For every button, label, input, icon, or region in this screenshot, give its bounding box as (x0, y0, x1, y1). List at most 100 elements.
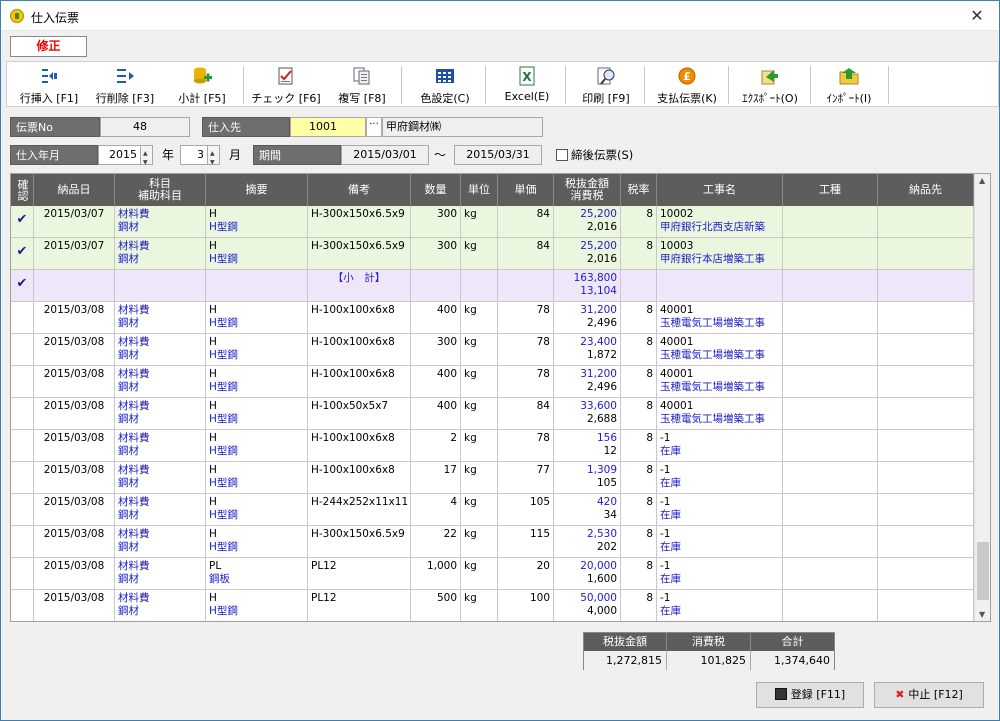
cell-qty[interactable]: 17 (411, 462, 461, 494)
cell-sum[interactable]: H H型鋼 (206, 590, 308, 621)
cell-date[interactable]: 2015/03/08 (34, 590, 115, 621)
cell-amt[interactable]: 163,800 13,104 (554, 270, 621, 302)
col-rate[interactable]: 税率 (621, 174, 657, 206)
col-dest[interactable]: 納品先 (878, 174, 974, 206)
cell-kind[interactable] (783, 590, 878, 621)
cell-rate[interactable]: 8 (621, 302, 657, 334)
cell-kind[interactable] (783, 270, 878, 302)
cell-amt[interactable]: 50,000 4,000 (554, 590, 621, 621)
year-spinner[interactable] (140, 145, 152, 172)
cell-subj[interactable]: 材料費 鋼材 (115, 558, 206, 590)
cell-rate[interactable]: 8 (621, 206, 657, 238)
cell-kind[interactable] (783, 302, 878, 334)
table-row[interactable]: ✔ 2015/03/07 材料費 鋼材 H H型鋼 H-300x150x6.5x9 300 kg… (11, 238, 974, 270)
cell-proj[interactable] (657, 270, 783, 302)
cell-sum[interactable]: H H型鋼 (206, 302, 308, 334)
cell-proj[interactable]: 10002 甲府銀行北西支店新築 (657, 206, 783, 238)
cell-confirm[interactable] (11, 462, 34, 494)
cell-proj[interactable]: -1 在庫 (657, 526, 783, 558)
cell-rate[interactable]: 8 (621, 590, 657, 621)
cell-amt[interactable]: 20,000 1,600 (554, 558, 621, 590)
cell-unit[interactable]: kg (461, 206, 498, 238)
cell-amt[interactable]: 23,400 1,872 (554, 334, 621, 366)
cell-price[interactable]: 84 (498, 238, 554, 270)
cell-unit[interactable]: kg (461, 366, 498, 398)
col-price[interactable]: 単価 (498, 174, 554, 206)
cell-confirm[interactable] (11, 590, 34, 621)
cell-date[interactable]: 2015/03/08 (34, 302, 115, 334)
cell-note[interactable]: H-100x100x6x8 (308, 366, 411, 398)
year-input[interactable]: 2015 (98, 145, 153, 172)
cell-note[interactable]: H-300x150x6.5x9 (308, 238, 411, 270)
cell-subj[interactable]: 材料費 鋼材 (115, 526, 206, 558)
col-kind[interactable]: 工種 (783, 174, 878, 206)
cell-proj[interactable]: -1 在庫 (657, 430, 783, 462)
cell-proj[interactable]: 40001 玉穂電気工場増築工事 (657, 366, 783, 398)
cell-amt[interactable]: 2,530 202 (554, 526, 621, 558)
cancel-button[interactable]: ✖ 中止 [F12] (874, 682, 984, 708)
cell-amt[interactable]: 33,600 2,688 (554, 398, 621, 430)
cell-date[interactable]: 2015/03/08 (34, 462, 115, 494)
cell-qty[interactable]: 22 (411, 526, 461, 558)
cell-confirm[interactable] (11, 494, 34, 526)
cell-kind[interactable] (783, 430, 878, 462)
cell-unit[interactable]: kg (461, 462, 498, 494)
cell-sum[interactable]: H H型鋼 (206, 526, 308, 558)
cell-note[interactable]: H-100x100x6x8 (308, 334, 411, 366)
check-button[interactable]: チェック [F6] (247, 62, 325, 106)
cell-price[interactable]: 115 (498, 526, 554, 558)
cell-qty[interactable]: 300 (411, 238, 461, 270)
table-row[interactable]: ✔ 2015/03/07 材料費 鋼材 H H型鋼 H-300x150x6.5x9 300 kg… (11, 206, 974, 238)
cell-dest[interactable] (878, 494, 974, 526)
cell-rate[interactable]: 8 (621, 334, 657, 366)
cell-unit[interactable]: kg (461, 526, 498, 558)
cell-sum[interactable] (206, 270, 308, 302)
cell-price[interactable] (498, 270, 554, 302)
cell-confirm[interactable] (11, 558, 34, 590)
cell-subj[interactable]: 材料費 鋼材 (115, 430, 206, 462)
cell-qty[interactable]: 400 (411, 302, 461, 334)
close-button[interactable]: ✕ (955, 1, 999, 31)
cell-date[interactable]: 2015/03/07 (34, 238, 115, 270)
cell-subj[interactable] (115, 270, 206, 302)
cell-dest[interactable] (878, 270, 974, 302)
row-insert-button[interactable]: 行挿入 [F1] (13, 62, 85, 106)
month-input[interactable]: 3 (180, 145, 220, 172)
cell-confirm[interactable] (11, 366, 34, 398)
payment-voucher-button[interactable]: £ 支払伝票(K) (647, 62, 727, 106)
cell-kind[interactable] (783, 462, 878, 494)
cell-rate[interactable]: 8 (621, 430, 657, 462)
cell-dest[interactable] (878, 366, 974, 398)
cell-rate[interactable]: 8 (621, 462, 657, 494)
cell-qty[interactable]: 300 (411, 206, 461, 238)
cell-unit[interactable]: kg (461, 302, 498, 334)
table-row[interactable]: 2015/03/08 材料費 鋼材 H H型鋼 H-100x100x6x8 300 kg 78 2… (11, 334, 974, 366)
cell-subj[interactable]: 材料費 鋼材 (115, 590, 206, 621)
cell-unit[interactable]: kg (461, 590, 498, 621)
closed-voucher-checkbox[interactable] (556, 149, 568, 161)
cell-amt[interactable]: 156 12 (554, 430, 621, 462)
cell-amt[interactable]: 1,309 105 (554, 462, 621, 494)
cell-amt[interactable]: 31,200 2,496 (554, 302, 621, 334)
cell-sum[interactable]: H H型鋼 (206, 206, 308, 238)
cell-note[interactable]: PL12 (308, 558, 411, 590)
scroll-down-icon[interactable]: ▼ (979, 610, 985, 619)
cell-proj[interactable]: 40001 玉穂電気工場増築工事 (657, 302, 783, 334)
scroll-thumb[interactable] (977, 542, 989, 600)
cell-kind[interactable] (783, 334, 878, 366)
cell-price[interactable]: 105 (498, 494, 554, 526)
cell-kind[interactable] (783, 526, 878, 558)
cell-proj[interactable]: 40001 玉穂電気工場増築工事 (657, 398, 783, 430)
col-subject[interactable]: 科目 補助科目 (115, 174, 206, 206)
cell-subj[interactable]: 材料費 鋼材 (115, 302, 206, 334)
cell-rate[interactable]: 8 (621, 238, 657, 270)
cell-rate[interactable]: 8 (621, 494, 657, 526)
col-unit[interactable]: 単位 (461, 174, 498, 206)
cell-qty[interactable]: 2 (411, 430, 461, 462)
cell-note[interactable]: H-300x150x6.5x9 (308, 526, 411, 558)
save-button[interactable]: 登録 [F11] (756, 682, 864, 708)
cell-proj[interactable]: -1 在庫 (657, 590, 783, 621)
cell-date[interactable]: 2015/03/08 (34, 366, 115, 398)
cell-proj[interactable]: -1 在庫 (657, 494, 783, 526)
col-project[interactable]: 工事名 (657, 174, 783, 206)
